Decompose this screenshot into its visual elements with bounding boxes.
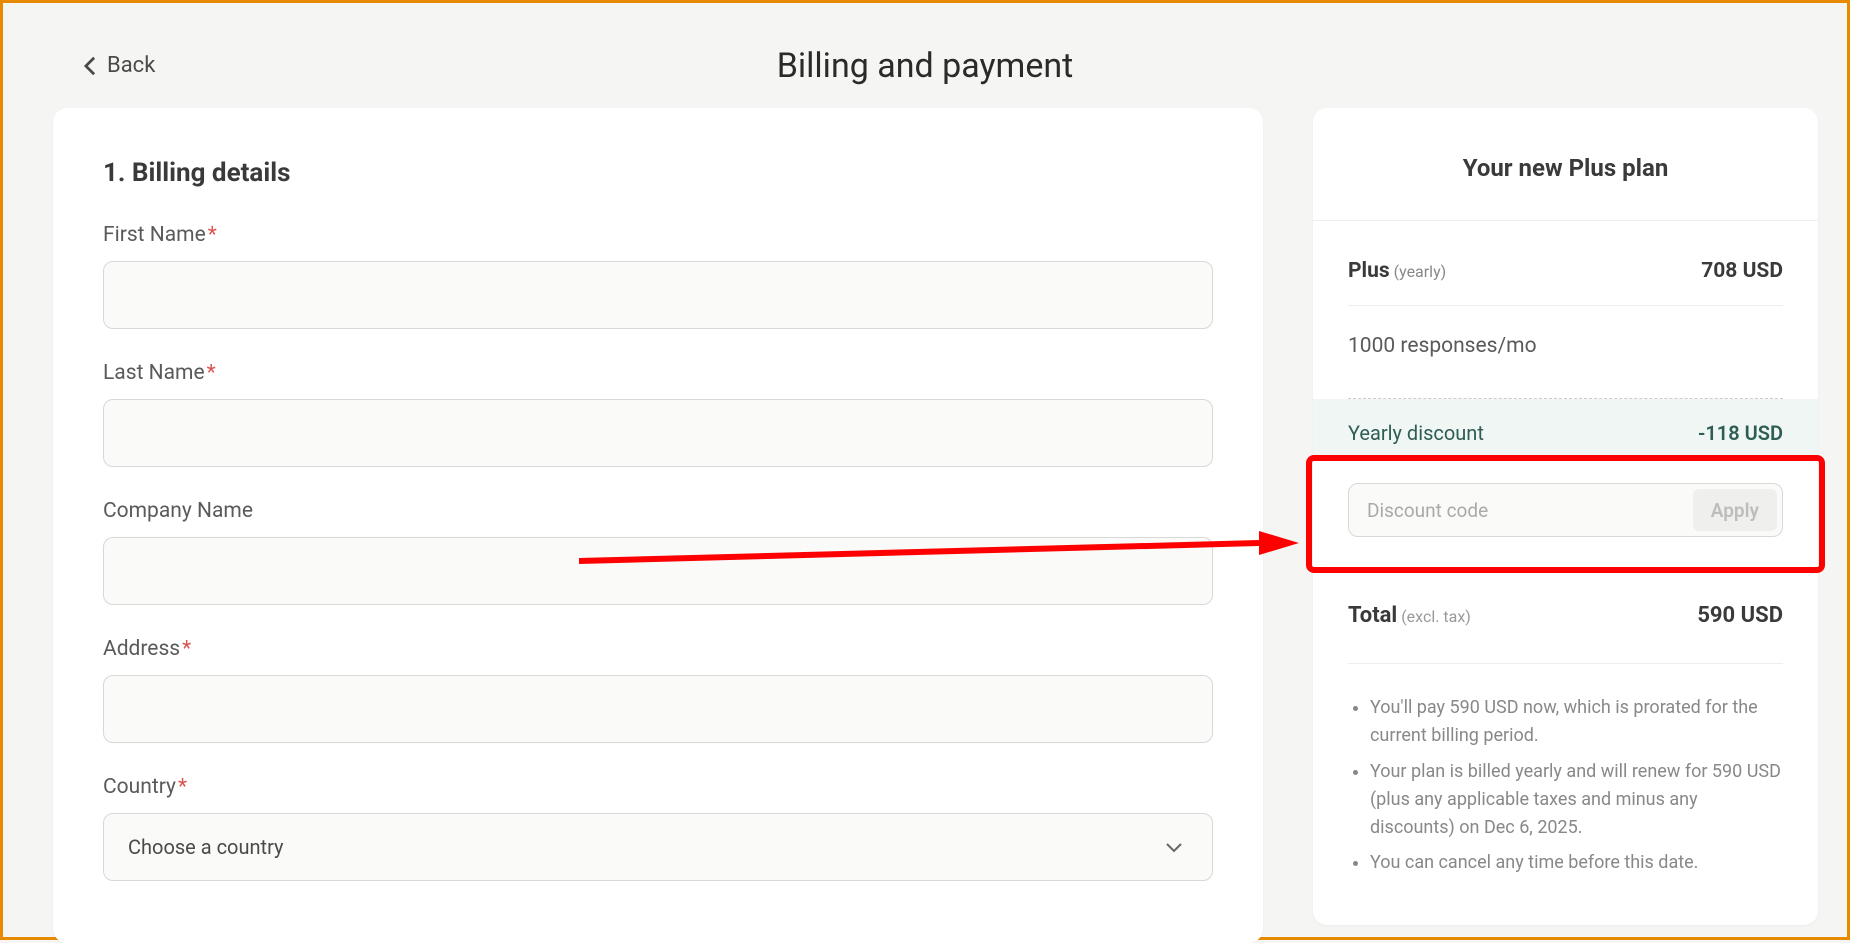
chevron-left-icon — [83, 55, 97, 77]
responses-line: 1000 responses/mo — [1348, 306, 1783, 399]
plan-period: (yearly) — [1394, 262, 1447, 281]
required-mark: * — [207, 361, 216, 385]
country-label: Country* — [103, 775, 1213, 799]
first-name-group: First Name* — [103, 223, 1213, 329]
first-name-input[interactable] — [103, 261, 1213, 329]
plan-price: 708 USD — [1701, 259, 1783, 283]
address-group: Address* — [103, 637, 1213, 743]
address-input[interactable] — [103, 675, 1213, 743]
discount-code-input[interactable] — [1349, 484, 1688, 536]
total-label: Total — [1348, 603, 1397, 628]
required-mark: * — [178, 775, 187, 799]
plan-title: Your new Plus plan — [1313, 108, 1818, 221]
total-value: 590 USD — [1697, 603, 1783, 628]
plan-summary-card: Your new Plus plan Plus (yearly) 708 USD… — [1313, 108, 1818, 925]
discount-label: Yearly discount — [1348, 421, 1484, 445]
apply-button[interactable]: Apply — [1693, 489, 1777, 531]
company-name-group: Company Name — [103, 499, 1213, 605]
note-item: You can cancel any time before this date… — [1370, 849, 1783, 877]
plan-price-row: Plus (yearly) 708 USD — [1348, 221, 1783, 306]
discount-value: -118 USD — [1698, 421, 1783, 445]
address-label: Address* — [103, 637, 1213, 661]
page-header: Back Billing and payment — [3, 3, 1847, 108]
total-sublabel: (excl. tax) — [1401, 607, 1471, 626]
plan-name: Plus — [1348, 259, 1390, 283]
plan-name-wrap: Plus (yearly) — [1348, 259, 1446, 283]
page-title: Billing and payment — [777, 46, 1074, 86]
note-item: Your plan is billed yearly and will rene… — [1370, 758, 1783, 842]
discount-code-highlight: Apply — [1306, 455, 1825, 573]
note-item: You'll pay 590 USD now, which is prorate… — [1370, 694, 1783, 750]
back-label: Back — [107, 53, 155, 78]
total-row: Total (excl. tax) 590 USD — [1348, 573, 1783, 664]
content-area: 1. Billing details First Name* Last Name… — [3, 108, 1847, 943]
required-mark: * — [208, 223, 217, 247]
yearly-discount-row: Yearly discount -118 USD — [1313, 399, 1818, 455]
first-name-label: First Name* — [103, 223, 1213, 247]
last-name-input[interactable] — [103, 399, 1213, 467]
country-group: Country* Choose a country — [103, 775, 1213, 881]
discount-code-wrapper: Apply — [1348, 483, 1783, 537]
last-name-label: Last Name* — [103, 361, 1213, 385]
required-mark: * — [182, 637, 191, 661]
total-label-wrap: Total (excl. tax) — [1348, 603, 1471, 628]
last-name-group: Last Name* — [103, 361, 1213, 467]
billing-details-card: 1. Billing details First Name* Last Name… — [53, 108, 1263, 943]
back-button[interactable]: Back — [83, 53, 155, 78]
plan-notes: You'll pay 590 USD now, which is prorate… — [1348, 664, 1783, 925]
company-name-label: Company Name — [103, 499, 1213, 523]
company-name-input[interactable] — [103, 537, 1213, 605]
country-select[interactable]: Choose a country — [103, 813, 1213, 881]
billing-heading: 1. Billing details — [103, 158, 1213, 188]
